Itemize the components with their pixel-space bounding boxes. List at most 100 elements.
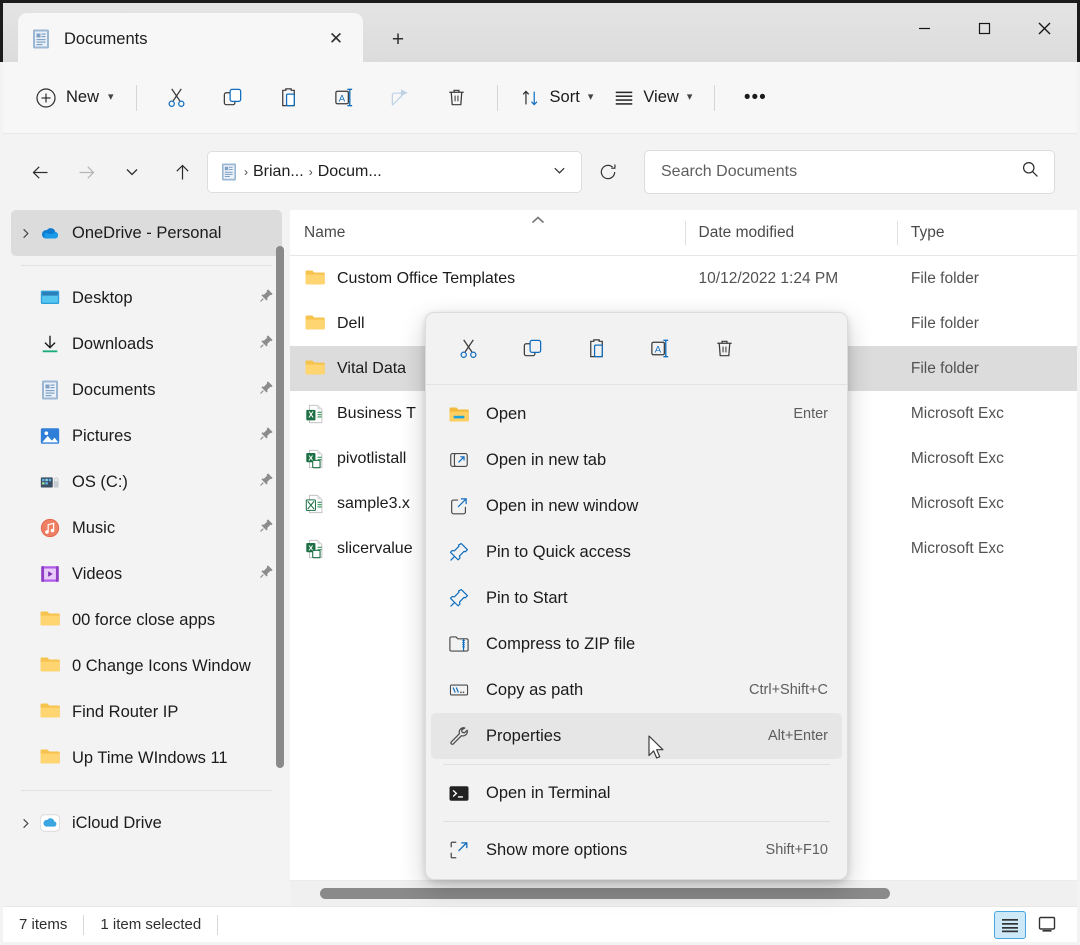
context-menu-item-open-in-new-tab[interactable]: Open in new tab — [431, 437, 842, 483]
sidebar-item-videos[interactable]: Videos — [11, 551, 282, 597]
documents-icon — [39, 379, 61, 401]
context-menu-item-pin-to-quick-access[interactable]: Pin to Quick access — [431, 529, 842, 575]
sort-ascending-indicator — [530, 214, 546, 228]
paste-button[interactable] — [266, 78, 312, 118]
context-menu-item-copy-as-path[interactable]: Copy as pathCtrl+Shift+C — [431, 667, 842, 713]
sidebar-item-0-change-icons-window[interactable]: 0 Change Icons Window — [11, 643, 282, 689]
details-view-button[interactable] — [994, 911, 1026, 939]
file-name-label: pivotlistall — [337, 450, 406, 468]
excel-shortcut-icon: X — [304, 448, 326, 470]
breadcrumb[interactable]: › Brian... › Docum... — [207, 151, 582, 193]
horizontal-scrollbar-thumb[interactable] — [320, 888, 890, 899]
file-name-label: Dell — [337, 315, 365, 333]
cut-button[interactable] — [154, 78, 200, 118]
sidebar-item-label: Pictures — [72, 427, 132, 446]
search-icon[interactable] — [1021, 160, 1040, 184]
sidebar-item-desktop[interactable]: Desktop — [11, 275, 282, 321]
minimize-button[interactable] — [894, 6, 954, 50]
rename-button[interactable]: A — [322, 78, 368, 118]
context-menu-item-pin-to-start[interactable]: Pin to Start — [431, 575, 842, 621]
recent-locations-button[interactable] — [113, 153, 151, 191]
sidebar-item-os-c[interactable]: OS (C:) — [11, 459, 282, 505]
chevron-right-icon[interactable] — [11, 227, 39, 240]
file-name-label: Business T — [337, 405, 416, 423]
context-menu-item-label: Pin to Start — [486, 589, 828, 608]
see-more-button[interactable]: ••• — [732, 78, 778, 118]
context-menu-item-open[interactable]: OpenEnter — [431, 391, 842, 437]
search-input[interactable] — [661, 163, 1021, 181]
context-menu-item-label: Pin to Quick access — [486, 543, 828, 562]
back-button[interactable] — [21, 153, 59, 191]
sidebar-item-00-force-close-apps[interactable]: 00 force close apps — [11, 597, 282, 643]
new-button-label: New — [66, 88, 99, 107]
type-cell: File folder — [897, 346, 1077, 391]
view-button[interactable]: View ▾ — [603, 78, 702, 118]
large-icons-view-button[interactable] — [1031, 911, 1063, 939]
excel-shortcut-icon: X — [304, 538, 326, 560]
forward-button[interactable] — [67, 153, 105, 191]
close-button[interactable] — [1014, 6, 1074, 50]
context-menu-item-shortcut: Enter — [793, 406, 828, 422]
new-window-icon — [447, 495, 471, 517]
context-menu-item-open-in-terminal[interactable]: Open in Terminal — [431, 770, 842, 816]
column-header-date-modified[interactable]: Date modified — [685, 210, 897, 255]
context-delete-button[interactable] — [704, 329, 744, 369]
sidebar-item-up-time-windows-11[interactable]: Up Time WIndows 11 — [11, 735, 282, 781]
context-menu[interactable]: A OpenEnterOpen in new tabOpen in new wi… — [425, 312, 848, 880]
pin-icon — [259, 288, 274, 308]
chevron-right-icon[interactable] — [11, 817, 39, 830]
maximize-button[interactable] — [954, 6, 1014, 50]
column-header-type[interactable]: Type — [897, 210, 1077, 255]
sidebar-item-downloads[interactable]: Downloads — [11, 321, 282, 367]
zip-icon — [447, 634, 471, 654]
navigation-pane-scrollbar[interactable] — [276, 246, 284, 768]
icloud-icon — [39, 812, 61, 834]
tab-documents[interactable]: Documents ✕ — [18, 13, 363, 65]
close-tab-icon[interactable]: ✕ — [321, 24, 351, 54]
share-button[interactable] — [378, 78, 424, 118]
downloads-icon — [39, 333, 61, 355]
context-menu-item-properties[interactable]: PropertiesAlt+Enter — [431, 713, 842, 759]
search-box[interactable] — [644, 150, 1055, 194]
folder-icon — [304, 268, 326, 290]
context-menu-item-show-more-options[interactable]: Show more optionsShift+F10 — [431, 827, 842, 873]
sidebar-item-label: OS (C:) — [72, 473, 128, 492]
file-name-label: slicervalue — [337, 540, 413, 558]
up-button[interactable] — [163, 153, 201, 191]
context-menu-item-open-in-new-window[interactable]: Open in new window — [431, 483, 842, 529]
navigation-pane[interactable]: OneDrive - Personal DesktopDownloadsDocum… — [3, 210, 290, 908]
documents-folder-icon — [30, 28, 52, 50]
sidebar-item-onedrive-personal[interactable]: OneDrive - Personal — [11, 210, 282, 256]
column-header-name[interactable]: Name — [290, 210, 685, 255]
sidebar-divider — [21, 265, 272, 266]
sidebar-item-icloud-drive[interactable]: iCloud Drive — [11, 800, 282, 846]
refresh-button[interactable] — [588, 152, 628, 192]
breadcrumb-item-user[interactable]: Brian... — [253, 163, 304, 181]
breadcrumb-dropdown-icon[interactable] — [546, 163, 573, 181]
sort-button[interactable]: Sort ▾ — [510, 78, 604, 118]
sidebar-item-label: Music — [72, 519, 115, 538]
context-menu-item-compress-to-zip-file[interactable]: Compress to ZIP file — [431, 621, 842, 667]
context-cut-button[interactable] — [448, 329, 488, 369]
sidebar-item-find-router-ip[interactable]: Find Router IP — [11, 689, 282, 735]
table-row[interactable]: Custom Office Templates10/12/2022 1:24 P… — [290, 256, 1077, 301]
sidebar-item-music[interactable]: Music — [11, 505, 282, 551]
toolbar-divider-3 — [714, 85, 715, 111]
sidebar-item-documents[interactable]: Documents — [11, 367, 282, 413]
breadcrumb-item-documents[interactable]: Docum... — [318, 163, 382, 181]
delete-button[interactable] — [434, 78, 480, 118]
new-tab-button[interactable]: + — [381, 23, 415, 57]
context-rename-button[interactable]: A — [640, 329, 680, 369]
horizontal-scrollbar[interactable] — [290, 880, 1077, 906]
copy-button[interactable] — [210, 78, 256, 118]
context-paste-button[interactable] — [576, 329, 616, 369]
new-button[interactable]: New ▾ — [25, 78, 124, 118]
sidebar-item-label: 00 force close apps — [72, 611, 215, 630]
pin-icon — [259, 518, 274, 538]
file-name-cell[interactable]: Custom Office Templates — [290, 256, 685, 301]
context-copy-button[interactable] — [512, 329, 552, 369]
sidebar-item-pictures[interactable]: Pictures — [11, 413, 282, 459]
view-button-label: View — [643, 88, 678, 107]
sidebar-item-label: Videos — [72, 565, 122, 584]
context-menu-item-label: Open in Terminal — [486, 784, 828, 803]
